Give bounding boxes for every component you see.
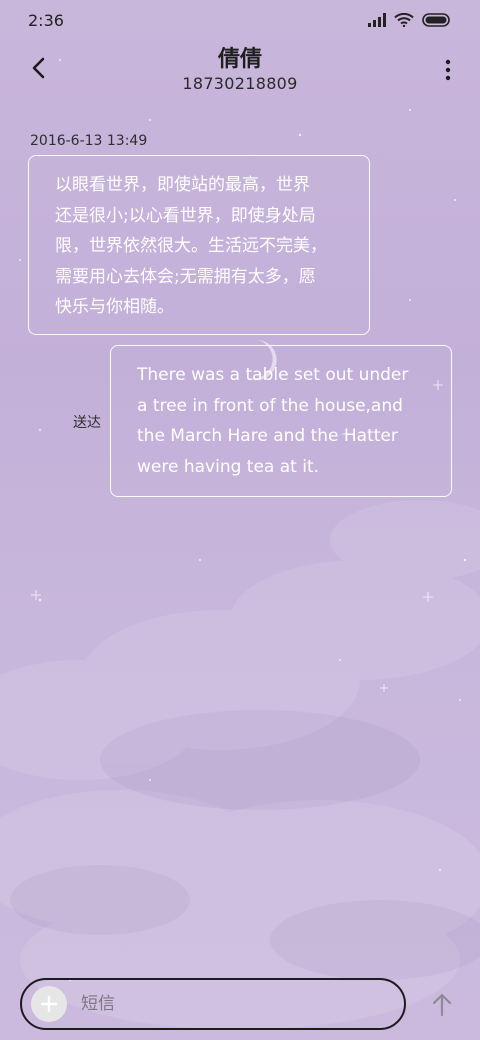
wifi-icon [394,13,414,27]
contact-phone-number: 18730218809 [182,74,298,93]
delivery-status: 送达 [73,415,101,431]
message-line: the March Hare and the Hatter [137,426,398,446]
message-line: There was a table set out under [137,365,409,385]
battery-icon [422,13,450,27]
message-line: 限，世界依然很大。生活远不完美， [55,236,327,256]
message-line: 还是很小;以心看世界，即使身处局 [55,205,316,226]
message-line: 需要用心去体会;无需拥有太多，愿 [55,266,316,287]
status-bar: 2:36 [0,0,480,40]
message-line: 以眼看世界，即使站的最高，世界 [55,175,310,195]
more-options-button[interactable] [440,54,456,86]
status-icons [368,13,452,27]
send-button[interactable] [428,990,456,1020]
add-icon [40,995,58,1013]
conversation-header: 倩倩 18730218809 [0,44,480,96]
contact-name: 倩倩 [217,47,262,72]
message-line: 快乐与你相随。 [55,297,174,317]
sms-input[interactable] [81,994,381,1014]
signal-icon [368,13,386,27]
outgoing-message-bubble[interactable]: There was a table set out under a tree i… [110,345,452,497]
back-arrow-icon [32,57,45,79]
add-attachment-button[interactable] [31,986,67,1022]
status-time: 2:36 [28,10,64,30]
back-button[interactable] [22,52,54,84]
message-line: a tree in front of the house,and [137,395,403,416]
message-timestamp: 2016-6-13 13:49 [30,133,148,149]
incoming-message-bubble[interactable]: 以眼看世界，即使站的最高，世界 还是很小;以心看世界，即使身处局 限，世界依然很… [28,155,370,335]
message-composer [20,978,406,1030]
more-vertical-icon [445,59,451,81]
send-arrow-icon [432,993,452,1017]
contact-info[interactable]: 倩倩 18730218809 [120,46,360,94]
message-line: were having tea at it. [137,456,320,477]
